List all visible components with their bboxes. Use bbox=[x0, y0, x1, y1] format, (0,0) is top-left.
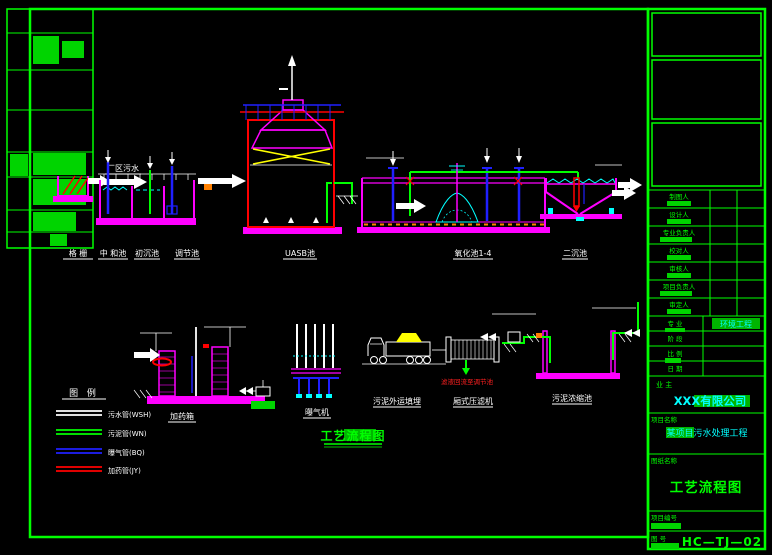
legend-label: 污水管(WSH) bbox=[108, 410, 151, 419]
info-row-label: 阶 段 bbox=[667, 334, 683, 343]
drawing-name-section: 图纸名称 工艺流程图 bbox=[648, 456, 765, 512]
biogas-vent bbox=[279, 55, 296, 100]
legend-label: 曝气管(BQ) bbox=[108, 448, 145, 457]
redacted-seal-blobs bbox=[10, 36, 86, 246]
drawing-number-label: 图 号 bbox=[651, 535, 667, 543]
uasb-feed bbox=[198, 174, 246, 190]
project-name-section: 项目名称 某项目污水处理工程 bbox=[648, 415, 765, 455]
label-secondary-clarifier: 二沉池 bbox=[563, 248, 587, 258]
drawing-number-section: 图 号 HC—TJ—02 bbox=[651, 535, 762, 549]
aeration-downcomers bbox=[388, 148, 524, 221]
redacted-value bbox=[651, 543, 679, 549]
label-primary-clarifier: 初沉池 bbox=[135, 248, 159, 258]
drawing-name-label: 图纸名称 bbox=[651, 456, 678, 465]
unit-secondary-clarifier bbox=[540, 164, 642, 221]
legend-item-dosing: 加药管(JY) bbox=[56, 466, 141, 475]
legend-title: 图 例 bbox=[69, 387, 99, 399]
drawing-main-title: 工艺流程图 bbox=[320, 428, 385, 448]
title-block: 制图人 设计人 专业负责人 校对人 审核人 项目负责人 审定人 专 业 环境工程… bbox=[648, 12, 765, 549]
owner-label: 业 主 bbox=[656, 380, 672, 389]
sign-row-label: 项目负责人 bbox=[663, 282, 696, 291]
ground-hatch bbox=[336, 195, 358, 205]
manifold-drops bbox=[298, 378, 330, 395]
filtrate-return-note: 滤液回流至调节池 bbox=[441, 377, 494, 386]
sign-row-label: 审定人 bbox=[669, 300, 689, 309]
influent-callout: 厂区污水 bbox=[104, 163, 147, 189]
unit-filter-press: 滤液回流至调节池 bbox=[441, 336, 500, 386]
label-uasb: UASB池 bbox=[285, 248, 315, 258]
owner-section: 业 主 XXX有限公司 bbox=[648, 380, 765, 414]
row1-labels: 格 栅 中 和池 初沉池 调节池 UASB池 氧化池1-4 二沉池 bbox=[63, 248, 588, 260]
label-bar-screen: 格 栅 bbox=[69, 248, 88, 258]
sign-row-label: 专业负责人 bbox=[663, 228, 696, 237]
sludge-load bbox=[396, 333, 422, 342]
info-row-label: 专 业 bbox=[667, 319, 683, 328]
influent-label: 厂区污水 bbox=[107, 163, 139, 173]
unit-uasb bbox=[240, 55, 358, 234]
cad-drawing-canvas: 厂区污水 格 栅 中 和池 初沉池 调节池 UASB池 氧化池1-4 二沉池 滤… bbox=[6, 7, 767, 551]
discipline-value: 环境工程 bbox=[720, 319, 752, 329]
legend: 图 例 污水管(WSH) 污泥管(WN) 曝气管(BQ) 加药管(JY) bbox=[56, 387, 151, 475]
process-row1: 厂区污水 格 栅 中 和池 初沉池 调节池 UASB池 氧化池1-4 二沉池 bbox=[53, 55, 642, 260]
legend-item-sludge: 污泥管(WN) bbox=[56, 429, 147, 438]
label-equalization-tank: 调节池 bbox=[175, 248, 199, 258]
press-plates bbox=[454, 340, 492, 359]
unit-sludge-truck bbox=[362, 333, 446, 365]
process-row2: 滤液回流至调节池 加药箱 曝气机 污泥外运填埋 厢式压滤机 污泥浓缩池 bbox=[133, 302, 640, 423]
info-row-label: 比 例 bbox=[667, 349, 682, 358]
unit-blower-skid bbox=[291, 324, 341, 398]
redacted-label bbox=[251, 401, 275, 409]
label-thickener: 污泥浓缩池 bbox=[552, 393, 592, 403]
info-row-label: 日 期 bbox=[667, 365, 683, 373]
drawing-name-value: 工艺流程图 bbox=[670, 479, 743, 496]
sign-row-label: 校对人 bbox=[669, 246, 689, 255]
label-oxidation-tank: 氧化池1-4 bbox=[454, 248, 491, 258]
label-blower: 曝气机 bbox=[305, 407, 329, 417]
unit-small-pump bbox=[239, 380, 275, 409]
label-sludge-haul: 污泥外运填埋 bbox=[373, 396, 421, 406]
redacted-value bbox=[651, 523, 681, 529]
drawing-number-value: HC—TJ—02 bbox=[682, 535, 762, 549]
main-title-text: 工艺流程图 bbox=[320, 428, 385, 443]
flow-arrow bbox=[104, 175, 147, 189]
unit-tank-block bbox=[96, 150, 196, 225]
pipe-elbow bbox=[536, 333, 542, 338]
sign-row-label: 审核人 bbox=[669, 264, 689, 273]
legend-item-aeration: 曝气管(BQ) bbox=[56, 448, 145, 457]
project-name-value: 某项目污水处理工程 bbox=[666, 427, 747, 439]
legend-label: 加药管(JY) bbox=[108, 466, 141, 475]
unit-oxidation-tank bbox=[357, 148, 579, 233]
project-name-label: 项目名称 bbox=[651, 415, 678, 424]
sign-row-label: 设计人 bbox=[669, 210, 689, 219]
label-neutralization-tank: 中 和池 bbox=[100, 248, 127, 258]
label-dosing-towers: 加药箱 bbox=[170, 411, 194, 421]
sludge-pump bbox=[507, 331, 521, 343]
pump-block bbox=[204, 184, 212, 190]
legend-item-sewage: 污水管(WSH) bbox=[56, 410, 151, 419]
owner-value: XXX有限公司 bbox=[674, 394, 747, 408]
seal-strip-table bbox=[6, 8, 94, 249]
signature-table: 制图人 设计人 专业负责人 校对人 审核人 项目负责人 审定人 bbox=[648, 189, 765, 317]
cad-sheet: 厂区污水 格 栅 中 和池 初沉池 调节池 UASB池 氧化池1-4 二沉池 滤… bbox=[0, 0, 772, 555]
air-pipes bbox=[296, 324, 334, 368]
project-number-label: 项目编号 bbox=[651, 513, 678, 522]
label-filter-press: 厢式压滤机 bbox=[453, 396, 493, 406]
sign-row-label: 制图人 bbox=[669, 192, 689, 201]
legend-label: 污泥管(WN) bbox=[108, 429, 147, 438]
unit-sludge-thickener bbox=[480, 302, 640, 379]
project-number-section: 项目编号 bbox=[648, 513, 765, 532]
info-table: 专 业 环境工程 阶 段 比 例 日 期 bbox=[648, 316, 765, 377]
